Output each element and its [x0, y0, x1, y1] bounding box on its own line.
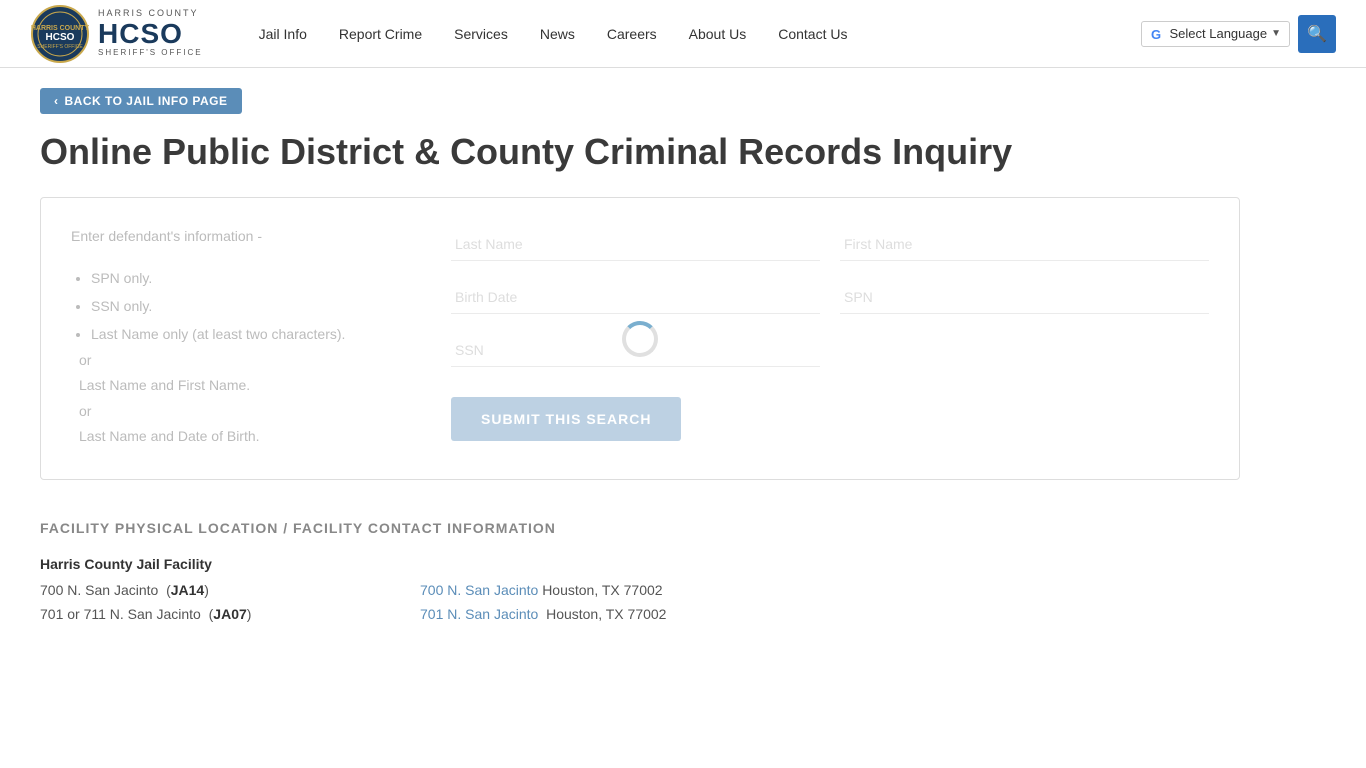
- facility-section-heading: FACILITY PHYSICAL LOCATION / FACILITY CO…: [40, 520, 1240, 536]
- translate-arrow-icon: ▼: [1271, 28, 1281, 39]
- search-form-card: Enter defendant's information - SPN only…: [40, 197, 1240, 480]
- header: HARRIS COUNTY HCSO SHERIFF'S OFFICE HARR…: [0, 0, 1366, 68]
- loading-spinner-overlay: [41, 198, 1239, 479]
- facility-link-2: 701 N. San Jacinto Houston, TX 77002: [420, 606, 1240, 622]
- nav-services[interactable]: Services: [438, 18, 524, 50]
- translate-label: Select Language: [1170, 26, 1268, 41]
- logo-sub-text: SHERIFF'S OFFICE: [98, 49, 203, 58]
- search-button[interactable]: 🔍: [1298, 15, 1336, 53]
- back-to-jail-info-button[interactable]: ‹ BACK TO JAIL INFO PAGE: [40, 88, 242, 114]
- nav-about-us[interactable]: About Us: [673, 18, 763, 50]
- nav-careers[interactable]: Careers: [591, 18, 673, 50]
- facility-address-1: 700 N. San Jacinto (JA14): [40, 582, 420, 598]
- logo-badge-icon: HARRIS COUNTY HCSO SHERIFF'S OFFICE: [30, 4, 90, 64]
- spinner-icon: [622, 321, 658, 357]
- page-title: Online Public District & County Criminal…: [40, 130, 1240, 173]
- logo[interactable]: HARRIS COUNTY HCSO SHERIFF'S OFFICE HARR…: [30, 4, 203, 64]
- facility-section: FACILITY PHYSICAL LOCATION / FACILITY CO…: [40, 520, 1240, 622]
- chevron-left-icon: ‹: [54, 94, 59, 108]
- header-right: G Select Language ▼ 🔍: [1141, 15, 1337, 53]
- svg-text:SHERIFF'S OFFICE: SHERIFF'S OFFICE: [37, 44, 83, 50]
- google-g-icon: G: [1150, 26, 1166, 42]
- nav-news[interactable]: News: [524, 18, 591, 50]
- svg-text:HARRIS COUNTY: HARRIS COUNTY: [31, 25, 90, 32]
- svg-text:G: G: [1151, 27, 1161, 42]
- facility-location-2: 701 or 711 N. San Jacinto (JA07) 701 N. …: [40, 606, 1240, 622]
- facility-address-link-2[interactable]: 701 N. San Jacinto: [420, 606, 538, 622]
- search-icon: 🔍: [1307, 24, 1327, 44]
- nav-report-crime[interactable]: Report Crime: [323, 18, 438, 50]
- logo-main-text: HCSO: [98, 19, 203, 50]
- back-button-label: BACK TO JAIL INFO PAGE: [65, 94, 228, 108]
- svg-text:HCSO: HCSO: [46, 32, 75, 43]
- logo-text: HARRIS COUNTY HCSO SHERIFF'S OFFICE: [98, 9, 203, 58]
- facility-link-1: 700 N. San Jacinto Houston, TX 77002: [420, 582, 1240, 598]
- facility-name: Harris County Jail Facility: [40, 556, 1240, 572]
- facility-address-link-1[interactable]: 700 N. San Jacinto: [420, 582, 538, 598]
- facility-location-1: 700 N. San Jacinto (JA14) 700 N. San Jac…: [40, 582, 1240, 598]
- translate-button[interactable]: G Select Language ▼: [1141, 21, 1291, 47]
- main-content: ‹ BACK TO JAIL INFO PAGE Online Public D…: [0, 68, 1280, 650]
- nav-contact-us[interactable]: Contact Us: [762, 18, 863, 50]
- main-nav: Jail Info Report Crime Services News Car…: [243, 18, 1141, 50]
- nav-jail-info[interactable]: Jail Info: [243, 18, 323, 50]
- facility-address-2: 701 or 711 N. San Jacinto (JA07): [40, 606, 420, 622]
